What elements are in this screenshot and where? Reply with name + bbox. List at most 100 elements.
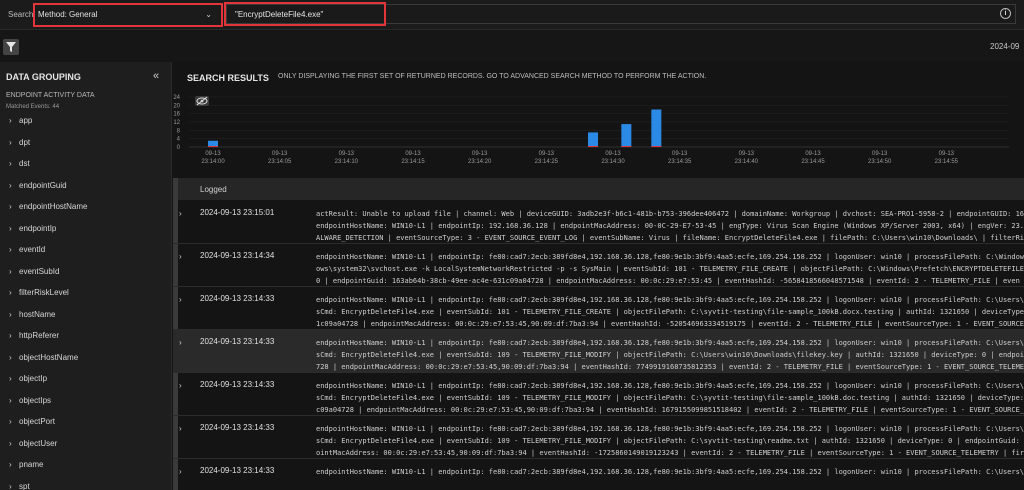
date-range-label[interactable]: 2024-09: [990, 42, 1024, 51]
row-detail-line: endpointHostName: WIN10-L1 | endpointIp:…: [316, 222, 1024, 230]
bar-marker: [208, 146, 218, 147]
row-detail-line: endpointHostName: WIN10-L1 | endpointIp:…: [316, 382, 1024, 390]
table-row[interactable]: › 2024-09-13 23:14:34 endpointHostName: WI…: [173, 244, 1024, 287]
sidebar-item-label: objectIps: [19, 395, 52, 405]
sidebar-item-objectIps[interactable]: › objectIps: [0, 390, 171, 412]
sidebar-item-label: endpointGuid: [19, 180, 67, 190]
row-detail-line: ows\system32\svchost.exe -k LocalSystemN…: [316, 265, 1024, 273]
expand-row-icon[interactable]: ›: [179, 467, 182, 476]
sidebar-item-objectPort[interactable]: › objectPort: [0, 411, 171, 433]
table-row[interactable]: › 2024-09-13 23:14:33 endpointHostName: WI…: [173, 330, 1024, 373]
collapse-left-icon[interactable]: «: [153, 70, 159, 82]
x-tick-date: 09-13: [405, 151, 421, 157]
sidebar-item-endpointIp[interactable]: › endpointIp: [0, 218, 171, 240]
row-detail-line: endpointHostName: WIN10-L1 | endpointIp:…: [316, 296, 1024, 304]
info-icon[interactable]: i: [1000, 8, 1011, 19]
sidebar-item-hostName[interactable]: › hostName: [0, 304, 171, 326]
histogram-bar: [621, 124, 632, 147]
chevron-right-icon: ›: [9, 460, 12, 469]
chevron-right-icon: ›: [9, 395, 12, 405]
x-tick-time: 23:14:15: [401, 159, 425, 165]
sidebar-item-label: app: [19, 116, 33, 125]
chevron-right-icon: ›: [9, 116, 12, 125]
sidebar-item-eventSubId[interactable]: › eventSubId: [0, 261, 171, 283]
sidebar-item-filterRiskLevel[interactable]: › filterRiskLevel: [0, 282, 171, 304]
sidebar-item-objectIp[interactable]: › objectIp: [0, 368, 171, 390]
sidebar-item-eventId[interactable]: › eventId: [0, 239, 171, 261]
table-row[interactable]: › 2024-09-13 23:14:33 endpointHostName: WI…: [173, 373, 1024, 416]
row-detail-line: endpointHostName: WIN10-L1 | endpointIp:…: [316, 468, 1024, 476]
sidebar-item-endpointHostName[interactable]: › endpointHostName: [0, 196, 171, 218]
table-row[interactable]: › 2024-09-13 23:14:33 endpointHostName: WI…: [173, 287, 1024, 330]
row-timestamp: 2024-09-13 23:14:33: [200, 466, 275, 475]
bar-marker: [621, 146, 632, 147]
chevron-right-icon: ›: [9, 481, 12, 490]
search-bar: Search Method: General ⌄ "EncryptDeleteF…: [0, 0, 1024, 30]
y-tick-label: 16: [173, 112, 180, 118]
sidebar-item-label: hostName: [19, 309, 56, 319]
x-tick-date: 09-13: [472, 151, 488, 157]
expand-row-icon[interactable]: ›: [179, 381, 182, 390]
chevron-right-icon: ›: [9, 202, 12, 211]
chevron-right-icon: ›: [9, 438, 12, 448]
x-tick-date: 09-13: [939, 151, 955, 157]
row-detail-line: 0 | endpointGuid: 163ab64b-38cb-49ee-ac4…: [316, 277, 1020, 285]
results-title: SEARCH RESULTS: [187, 73, 269, 83]
highlight-box-method: [33, 3, 223, 27]
y-tick-label: 24: [173, 95, 180, 101]
sidebar-item-app[interactable]: › app: [0, 110, 171, 132]
bar-marker: [651, 146, 662, 147]
search-results-panel: SEARCH RESULTS ONLY DISPLAYING THE FIRST…: [173, 62, 1024, 490]
filter-toolbar: 2024-09: [0, 31, 1024, 61]
chevron-right-icon: ›: [9, 137, 12, 147]
expand-row-icon[interactable]: ›: [179, 252, 182, 261]
column-logged[interactable]: Logged: [200, 185, 227, 194]
chevron-right-icon: ›: [9, 266, 12, 276]
sidebar-item-objectHostName[interactable]: › objectHostName: [0, 347, 171, 369]
row-timestamp: 2024-09-13 23:14:33: [200, 423, 275, 432]
sidebar-item-spt[interactable]: › spt: [0, 476, 171, 490]
x-tick-time: 23:14:30: [601, 159, 625, 165]
row-detail-line: 1c09a04728 | endpointMacAddress: 00:0c:2…: [316, 320, 1024, 328]
row-detail-line: c09a04728 | endpointMacAddress: 00:0c:29…: [316, 406, 1024, 414]
sidebar-item-dst[interactable]: › dst: [0, 153, 171, 175]
chevron-right-icon: ›: [9, 309, 12, 319]
y-tick-label: 8: [177, 128, 181, 134]
y-tick-label: 12: [173, 120, 180, 126]
results-histogram: 0 4 8 12 16 20 24 09-13 23:14:00 09-13 23:14:05 09-…: [173, 95, 1009, 165]
expand-row-icon[interactable]: ›: [179, 209, 182, 218]
sidebar-item-dpt[interactable]: › dpt: [0, 132, 171, 154]
x-tick-time: 23:14:55: [935, 159, 959, 165]
filter-button[interactable]: [3, 39, 19, 55]
table-row[interactable]: › 2024-09-13 23:15:01 actResult: Unable to…: [173, 201, 1024, 244]
eye-icon[interactable]: [195, 96, 209, 106]
sidebar-item-label: pname: [19, 460, 44, 469]
x-tick-date: 09-13: [539, 151, 555, 157]
sidebar-item-objectUser[interactable]: › objectUser: [0, 433, 171, 455]
row-detail-line: sCmd: EncryptDeleteFile4.exe | eventSubI…: [316, 394, 1024, 402]
sidebar-item-label: objectUser: [19, 438, 58, 448]
chevron-right-icon: ›: [9, 245, 12, 254]
sidebar-item-endpointGuid[interactable]: › endpointGuid: [0, 175, 171, 197]
highlight-box-query: [224, 2, 386, 26]
x-tick-time: 23:14:20: [468, 159, 492, 165]
x-tick-time: 23:14:00: [201, 159, 225, 165]
sidebar-item-label: dpt: [19, 137, 31, 147]
table-row[interactable]: › 2024-09-13 23:14:33 endpointHostName: WI…: [173, 459, 1024, 490]
expand-row-icon[interactable]: ›: [179, 424, 182, 433]
expand-row-icon[interactable]: ›: [179, 338, 182, 347]
table-row[interactable]: › 2024-09-13 23:14:33 endpointHostName: WI…: [173, 416, 1024, 459]
sidebar-item-label: dst: [19, 159, 30, 168]
search-label: Search: [8, 10, 34, 19]
sidebar-item-httpReferer[interactable]: › httpReferer: [0, 325, 171, 347]
sidebar-item-label: endpointIp: [19, 223, 57, 233]
row-details: endpointHostName: WIN10-L1 | endpointIp:…: [316, 466, 1024, 478]
x-tick-date: 09-13: [272, 151, 288, 157]
y-tick-label: 20: [173, 103, 180, 109]
x-tick-date: 09-13: [739, 151, 755, 157]
filter-icon: [6, 42, 16, 52]
chevron-right-icon: ›: [9, 374, 12, 383]
expand-row-icon[interactable]: ›: [179, 295, 182, 304]
sidebar-item-pname[interactable]: › pname: [0, 454, 171, 476]
row-detail-line: sCmd: EncryptDeleteFile4.exe | eventSubI…: [316, 351, 1024, 359]
